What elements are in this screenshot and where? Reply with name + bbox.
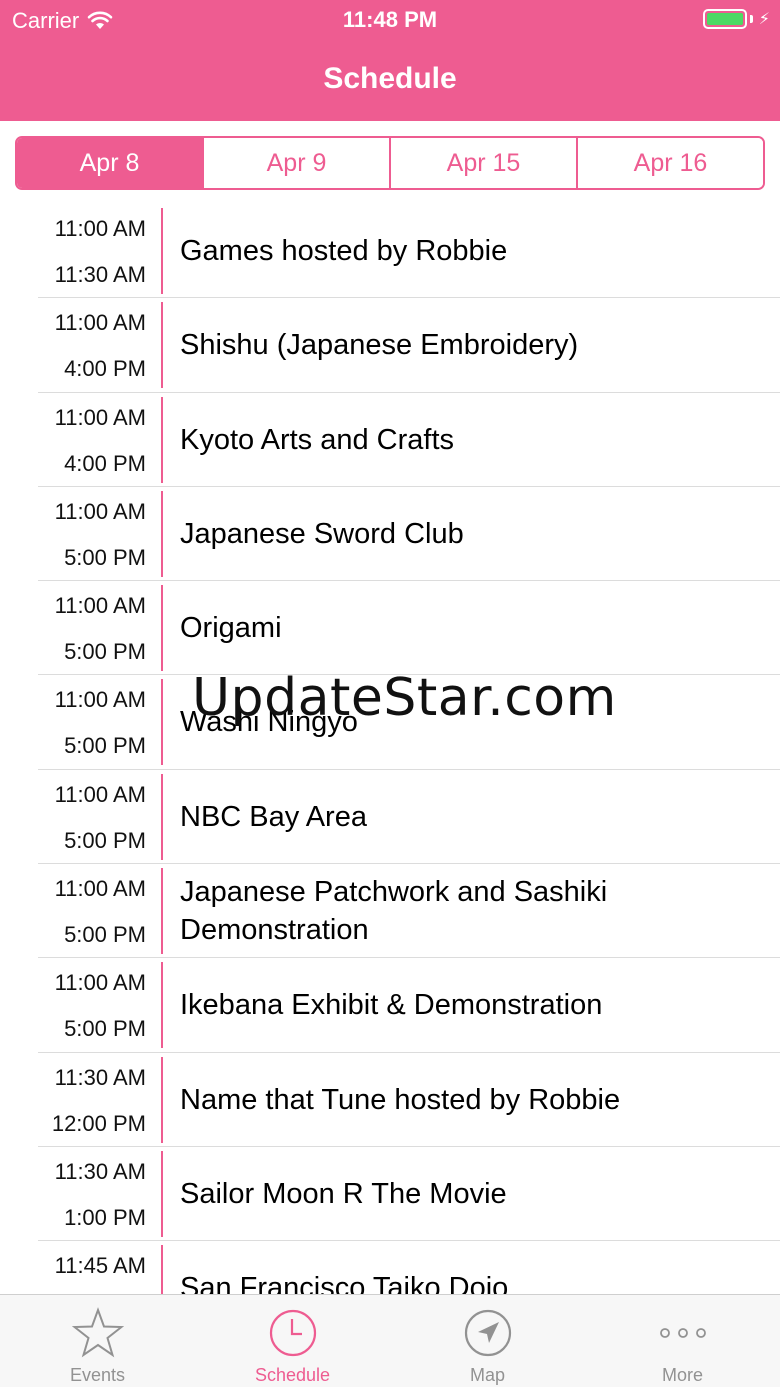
event-divider-bar <box>161 868 163 955</box>
battery-icon <box>702 9 747 29</box>
event-row[interactable]: 11:00 AM 5:00 PM Origami <box>0 581 780 676</box>
event-divider-bar <box>161 962 163 1049</box>
page-title: Schedule <box>323 62 457 95</box>
clock-icon <box>267 1307 319 1359</box>
event-title: Shishu (Japanese Embroidery) <box>180 329 579 362</box>
date-segment[interactable]: Apr 9 <box>202 138 389 188</box>
event-row[interactable]: 11:00 AM 5:00 PM NBC Bay Area <box>0 770 780 865</box>
charging-bolt-icon: ⚡ <box>758 11 770 28</box>
event-start-time: 11:30 AM <box>54 1064 146 1090</box>
date-segment[interactable]: Apr 8 <box>17 138 202 188</box>
event-end-time: 5:00 PM <box>64 733 146 759</box>
event-row[interactable]: 11:00 AM 11:30 AM Games hosted by Robbie <box>0 204 780 299</box>
event-title: Origami <box>180 612 282 645</box>
event-end-time: 12:00 PM <box>51 1110 146 1136</box>
event-end-time: 5:00 PM <box>64 544 146 570</box>
event-end-time: 5:00 PM <box>64 639 146 665</box>
event-end-time: 11:30 AM <box>54 262 146 287</box>
event-start-time: 11:00 AM <box>54 687 146 713</box>
more-dots-icon <box>657 1307 709 1359</box>
watermark: UpdateStar.com <box>192 668 617 728</box>
event-row[interactable]: 11:00 AM 4:00 PM Shishu (Japanese Embroide… <box>0 298 780 393</box>
star-icon <box>71 1307 124 1359</box>
event-row[interactable]: 11:45 AM San Francisco Taiko Dojo <box>0 1241 780 1294</box>
event-title: Games hosted by Robbie <box>180 235 508 267</box>
event-start-time: 11:00 AM <box>54 593 146 619</box>
event-start-time: 11:45 AM <box>54 1253 146 1279</box>
event-row[interactable]: 11:00 AM 5:00 PM Japanese Patchwork and Sa… <box>0 864 780 959</box>
event-divider-bar <box>161 1245 163 1294</box>
event-divider-bar <box>161 208 163 294</box>
date-segment[interactable]: Apr 16 <box>576 138 763 188</box>
event-row[interactable]: 11:30 AM 12:00 PM Name that Tune hosted by… <box>0 1053 780 1148</box>
battery-indicator: ⚡ <box>702 9 770 29</box>
event-title: Ikebana Exhibit & Demonstration <box>180 989 603 1022</box>
event-divider-bar <box>161 585 163 672</box>
event-end-time: 5:00 PM <box>64 922 146 948</box>
event-title: Sailor Moon R The Movie <box>180 1177 507 1210</box>
event-end-time: 4:00 PM <box>64 450 146 476</box>
tab-events[interactable]: Events <box>0 1295 195 1387</box>
event-start-time: 11:30 AM <box>54 1158 146 1184</box>
event-title: Japanese Sword Club <box>180 517 464 550</box>
event-start-time: 11:00 AM <box>54 876 146 902</box>
event-start-time: 11:00 AM <box>54 404 146 430</box>
event-title: San Francisco Taiko Dojo <box>180 1272 509 1294</box>
event-divider-bar <box>161 490 163 577</box>
event-divider-bar <box>161 302 163 389</box>
date-segment[interactable]: Apr 15 <box>389 138 576 188</box>
date-segmented-control: Apr 8 Apr 9 Apr 15 Apr 16 <box>15 136 765 190</box>
tab-label: More <box>661 1365 703 1385</box>
event-end-time: 4:00 PM <box>64 356 146 382</box>
event-divider-bar <box>161 773 163 860</box>
event-title: Kyoto Arts and Crafts <box>180 423 455 456</box>
event-end-time: 5:00 PM <box>64 827 146 853</box>
event-title: Name that Tune hosted by Robbie <box>180 1083 621 1116</box>
event-row[interactable]: 11:00 AM 5:00 PM Ikebana Exhibit & Demonst… <box>0 958 780 1053</box>
tab-map[interactable]: Map <box>390 1295 585 1387</box>
tab-schedule[interactable]: Schedule <box>195 1295 390 1387</box>
header: Carrier 11:48 PM ⚡ Schedule <box>0 0 780 121</box>
event-divider-bar <box>161 1056 163 1143</box>
event-divider-bar <box>161 679 163 766</box>
event-end-time: 5:00 PM <box>64 1016 146 1042</box>
event-divider-bar <box>161 1150 163 1237</box>
event-end-time: 1:00 PM <box>64 1204 146 1230</box>
status-bar: Carrier 11:48 PM ⚡ <box>0 0 780 40</box>
event-start-time: 11:00 AM <box>54 216 146 241</box>
event-start-time: 11:00 AM <box>54 781 146 807</box>
event-row[interactable]: 11:00 AM 4:00 PM Kyoto Arts and Crafts <box>0 393 780 488</box>
status-time: 11:48 PM <box>342 7 438 32</box>
tab-more[interactable]: More <box>585 1295 780 1387</box>
event-title: Japanese Patchwork and Sashiki Demonstra… <box>180 876 608 947</box>
tab-label: Events <box>69 1365 126 1385</box>
schedule-list[interactable]: 11:00 AM 11:30 AM Games hosted by Robbie 11… <box>0 204 780 1294</box>
location-arrow-icon <box>462 1307 514 1359</box>
event-start-time: 11:00 AM <box>54 970 146 996</box>
tab-bar: Events Schedule Map More <box>0 1294 780 1387</box>
event-title: NBC Bay Area <box>180 800 367 833</box>
event-row[interactable]: 11:30 AM 1:00 PM Sailor Moon R The Movie <box>0 1147 780 1242</box>
tab-label: Schedule <box>254 1365 331 1385</box>
event-start-time: 11:00 AM <box>54 498 146 524</box>
event-start-time: 11:00 AM <box>54 310 146 336</box>
event-row[interactable]: 11:00 AM 5:00 PM Japanese Sword Club <box>0 487 780 582</box>
tab-label: Map <box>469 1365 505 1385</box>
event-divider-bar <box>161 396 163 483</box>
